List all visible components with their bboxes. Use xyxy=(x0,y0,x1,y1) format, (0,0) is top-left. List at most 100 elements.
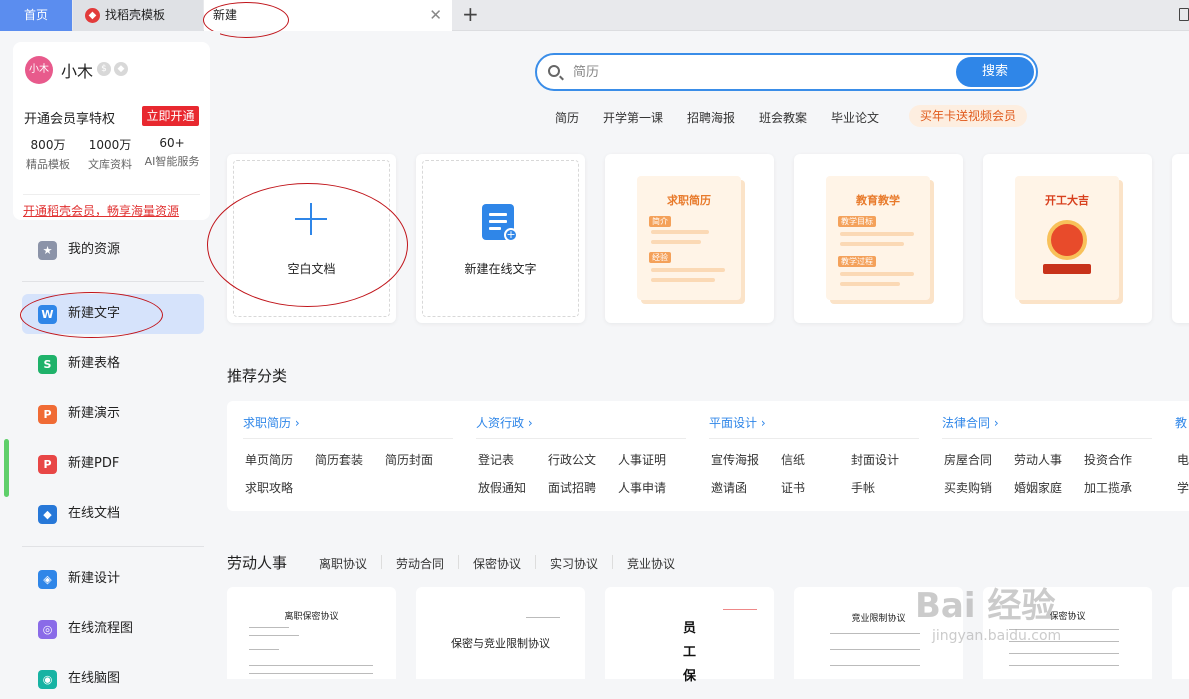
template-card-resume[interactable]: 求职简历 简介 经验 xyxy=(605,154,774,323)
flow-icon: ◎ xyxy=(38,620,57,639)
category-item[interactable]: 简历套装 xyxy=(315,451,363,468)
category-item[interactable]: 加工揽承 xyxy=(1084,479,1132,496)
hot-tag[interactable]: 毕业论文 xyxy=(831,109,879,126)
drum-stand xyxy=(1043,264,1091,274)
doc-thumb-title: 保密与竞业限制协议 xyxy=(451,637,550,650)
labor-title: 劳动人事 xyxy=(227,554,288,572)
sidebar-item-flowchart[interactable]: ◎ 在线流程图 xyxy=(22,609,204,649)
category-item[interactable]: 邀请函 xyxy=(711,479,747,496)
sub-tab[interactable]: 离职协议 xyxy=(319,555,367,572)
hot-tag[interactable]: 开学第一课 xyxy=(603,109,663,126)
category-item[interactable]: 简历封面 xyxy=(385,451,433,468)
scrollbar[interactable] xyxy=(4,439,9,497)
divider xyxy=(243,438,453,439)
p-icon: P xyxy=(38,405,57,424)
sidebar-item-new-sheet[interactable]: S 新建表格 xyxy=(22,344,204,384)
user-name: 小木 xyxy=(61,62,94,81)
category-item[interactable]: 面试招聘 xyxy=(548,479,596,496)
close-icon[interactable]: ✕ xyxy=(429,0,442,31)
thumbnail-tag: 教学目标 xyxy=(838,216,876,227)
category-head[interactable]: 人资行政 › xyxy=(476,414,533,431)
category-item[interactable]: 买卖购销 xyxy=(944,479,992,496)
category-head[interactable]: 求职简历 › xyxy=(243,414,300,431)
sidebar-item-label: 新建PDF xyxy=(68,456,120,471)
promo-badge[interactable]: 买年卡送视频会员 xyxy=(909,105,1027,127)
watermark-logo: Bai 经验 xyxy=(915,586,1056,626)
window-icon[interactable] xyxy=(1179,8,1189,21)
doc-card[interactable]: 保密与竞业限制协议 xyxy=(416,587,585,679)
category-head[interactable]: 法律合同 › xyxy=(942,414,999,431)
category-item[interactable]: 宣传海报 xyxy=(711,451,759,468)
divider xyxy=(23,194,200,195)
category-item[interactable]: 行政公文 xyxy=(548,451,596,468)
doc-card-partial[interactable] xyxy=(1172,587,1189,679)
category-item[interactable]: 手帐 xyxy=(851,479,875,496)
category-item[interactable]: 投资合作 xyxy=(1084,451,1132,468)
sidebar-item-label: 新建设计 xyxy=(68,571,121,586)
template-card-opening[interactable]: 开工大吉 xyxy=(983,154,1152,323)
search-button[interactable]: 搜索 xyxy=(956,57,1034,87)
category-item[interactable]: 劳动人事 xyxy=(1014,451,1062,468)
tab-bar: 首页 ◆ 找稻壳模板 新建 ✕ + xyxy=(0,0,1189,31)
category-item[interactable]: 单页简历 xyxy=(245,451,293,468)
divider xyxy=(942,438,1152,439)
category-item[interactable]: 证书 xyxy=(781,479,805,496)
category-item[interactable]: 登记表 xyxy=(478,451,514,468)
education-thumbnail: 教育教学 教学目标 教学过程 xyxy=(826,176,930,300)
tab-find-template[interactable]: ◆ 找稻壳模板 xyxy=(73,0,203,31)
doc-card[interactable]: 离职保密协议 xyxy=(227,587,396,679)
hot-tag[interactable]: 班会教案 xyxy=(759,109,807,126)
sub-tab[interactable]: 竞业协议 xyxy=(627,555,675,572)
search-box: 搜索 xyxy=(535,53,1038,91)
tab-label: 新建 xyxy=(213,8,238,22)
add-tab-icon[interactable]: + xyxy=(462,0,479,31)
sidebar-item-label: 新建表格 xyxy=(68,356,121,371)
s-icon: S xyxy=(38,355,57,374)
sidebar-item-new-presentation[interactable]: P 新建演示 xyxy=(22,394,204,434)
category-item[interactable]: 人事证明 xyxy=(618,451,666,468)
tab-new[interactable]: 新建 ✕ xyxy=(204,0,452,31)
sidebar-item-mindmap[interactable]: ◉ 在线脑图 xyxy=(22,659,204,699)
category-item[interactable]: 婚姻家庭 xyxy=(1014,479,1062,496)
category-item[interactable]: 学 xyxy=(1177,479,1189,496)
category-item[interactable]: 求职攻略 xyxy=(245,479,293,496)
template-card-partial[interactable] xyxy=(1172,154,1189,323)
template-card-education[interactable]: 教育教学 教学目标 教学过程 xyxy=(794,154,963,323)
open-vip-button[interactable]: 立即开通 xyxy=(142,106,199,126)
category-item[interactable]: 封面设计 xyxy=(851,451,899,468)
sidebar-item-label: 我的资源 xyxy=(68,242,121,257)
sidebar-item-new-design[interactable]: ◈ 新建设计 xyxy=(22,559,204,599)
vip-link[interactable]: 开通稻壳会员，畅享海量资源 xyxy=(23,202,179,219)
category-head[interactable]: 教 xyxy=(1175,414,1187,431)
hot-tag[interactable]: 简历 xyxy=(555,109,579,126)
category-head[interactable]: 平面设计 › xyxy=(709,414,766,431)
sidebar-item-my-resources[interactable]: ★ 我的资源 xyxy=(22,230,204,270)
sub-tab[interactable]: 实习协议 xyxy=(550,555,598,572)
sidebar-item-online-doc[interactable]: ◆ 在线文档 xyxy=(22,494,204,534)
thumbnail-tag: 教学过程 xyxy=(838,256,876,267)
blank-document-card[interactable]: 空白文档 xyxy=(227,154,396,323)
design-icon: ◈ xyxy=(38,570,57,589)
thumbnail-tag: 简介 xyxy=(649,216,671,227)
mind-icon: ◉ xyxy=(38,670,57,689)
category-item[interactable]: 信纸 xyxy=(781,451,805,468)
sub-tab[interactable]: 劳动合同 xyxy=(396,555,444,572)
avatar[interactable]: 小木 xyxy=(25,56,53,84)
drum-icon xyxy=(1047,220,1087,260)
category-item[interactable]: 电 xyxy=(1177,451,1189,468)
sidebar-item-new-pdf[interactable]: P 新建PDF xyxy=(22,444,204,484)
stat-library: 1000万 文库资料 xyxy=(88,138,132,171)
card-label: 新建在线文字 xyxy=(464,262,537,276)
card-label: 空白文档 xyxy=(287,262,336,276)
sidebar-item-new-writer[interactable]: W 新建文字 xyxy=(22,294,204,334)
category-item[interactable]: 人事申请 xyxy=(618,479,666,496)
search-input[interactable] xyxy=(573,63,933,81)
tab-home[interactable]: 首页 xyxy=(0,0,72,31)
sub-tab[interactable]: 保密协议 xyxy=(473,555,521,572)
hot-tag[interactable]: 招聘海报 xyxy=(687,109,735,126)
category-item[interactable]: 放假通知 xyxy=(478,479,526,496)
doc-card[interactable]: 员工保 xyxy=(605,587,774,684)
new-online-writer-card[interactable]: + 新建在线文字 xyxy=(416,154,585,323)
category-item[interactable]: 房屋合同 xyxy=(944,451,992,468)
cloud-doc-icon: ◆ xyxy=(38,505,57,524)
